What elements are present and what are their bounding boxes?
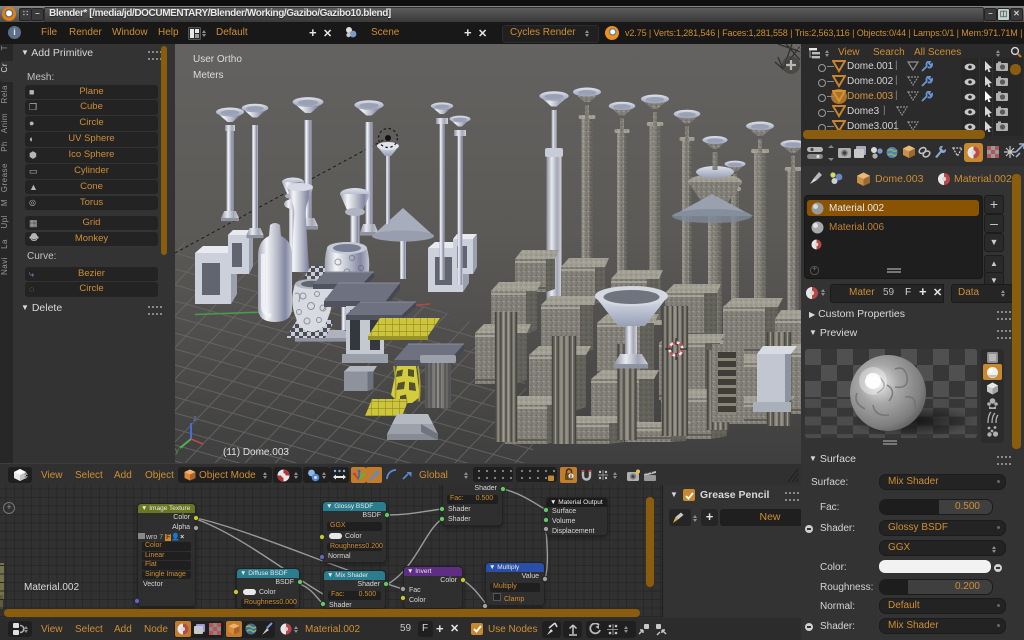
svg-text:(11) Dome.003: (11) Dome.003 (223, 447, 289, 458)
svg-text:User Ortho: User Ortho (193, 54, 242, 65)
svg-text:y: y (175, 446, 179, 455)
svg-text:Meters: Meters (193, 70, 224, 81)
svg-text:z: z (193, 414, 197, 423)
svg-text:8: 8 (570, 474, 573, 480)
